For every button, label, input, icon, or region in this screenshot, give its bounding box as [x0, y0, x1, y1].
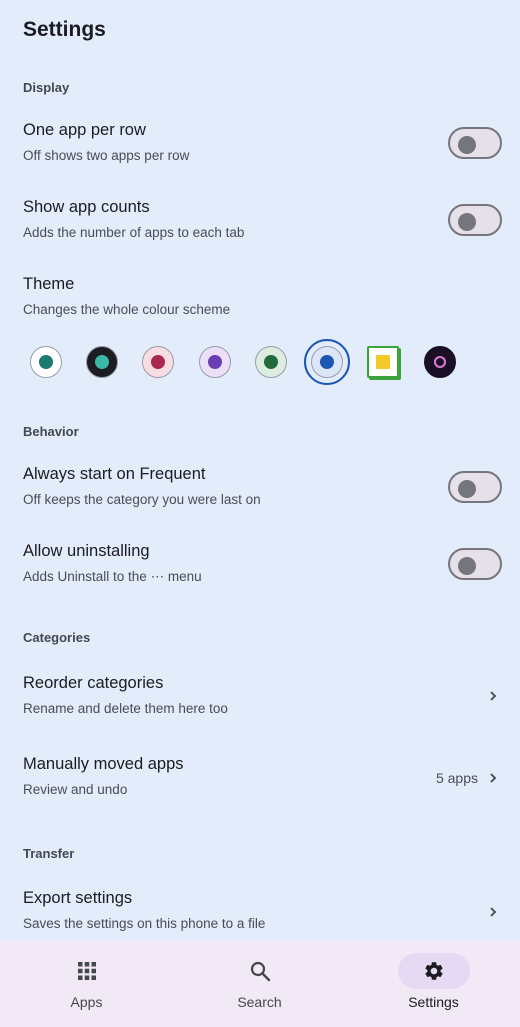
nav-label-settings: Settings [408, 994, 459, 1010]
setting-manually-moved-apps[interactable]: Manually moved apps Review and undo 5 ap… [0, 755, 520, 831]
setting-subtitle: Adds Uninstall to the ⋯ menu [23, 569, 202, 584]
selected-ring [304, 339, 350, 385]
setting-title: One app per row [23, 121, 146, 139]
gear-icon [424, 962, 443, 980]
section-title-transfer: Transfer [23, 846, 75, 861]
setting-subtitle: Rename and delete them here too [23, 701, 228, 716]
setting-always-start-frequent[interactable]: Always start on Frequent Off keeps the c… [0, 465, 520, 541]
bottom-navigation: Apps Search Settings [0, 940, 520, 1027]
chevron-right-icon [490, 907, 497, 917]
toggle-knob [458, 213, 476, 231]
theme-swatch-purple[interactable] [199, 346, 231, 378]
nav-label-search: Search [237, 994, 282, 1010]
setting-export-settings[interactable]: Export settings Saves the settings on th… [0, 889, 520, 937]
theme-swatch-green[interactable] [255, 346, 287, 378]
nav-item-apps[interactable]: Apps [0, 940, 173, 1027]
setting-reorder-categories[interactable]: Reorder categories Rename and delete the… [0, 674, 520, 750]
setting-subtitle: Review and undo [23, 782, 128, 797]
always-start-frequent-toggle[interactable] [448, 471, 502, 503]
theme-swatch-retro[interactable] [367, 346, 399, 378]
section-title-display: Display [23, 80, 70, 95]
setting-title: Manually moved apps [23, 755, 184, 773]
setting-one-app-per-row[interactable]: One app per row Off shows two apps per r… [0, 121, 520, 197]
setting-subtitle: Saves the settings on this phone to a fi… [23, 916, 266, 931]
nav-item-search[interactable]: Search [173, 940, 346, 1027]
setting-title: Always start on Frequent [23, 465, 206, 483]
nav-label-apps: Apps [70, 994, 103, 1010]
setting-title: Export settings [23, 889, 133, 907]
toggle-knob [458, 480, 476, 498]
one-app-per-row-toggle[interactable] [448, 127, 502, 159]
manually-moved-apps-count: 5 apps [435, 770, 478, 786]
setting-subtitle: Changes the whole colour scheme [23, 302, 231, 317]
swatch-dot [434, 356, 446, 368]
chevron-right-icon [490, 691, 497, 701]
setting-title: Allow uninstalling [23, 542, 150, 560]
theme-swatch-teal-light[interactable] [30, 346, 62, 378]
swatch-dot [39, 355, 53, 369]
chevron-right-icon [490, 773, 497, 783]
toggle-knob [458, 557, 476, 575]
setting-title: Theme [23, 275, 75, 293]
setting-subtitle: Off keeps the category you were last on [23, 492, 261, 507]
theme-swatch-teal-dark[interactable] [86, 346, 118, 378]
swatch-dot [208, 355, 222, 369]
nav-icon-container [224, 953, 296, 989]
theme-swatch-space[interactable] [424, 346, 456, 378]
toggle-knob [458, 136, 476, 154]
setting-subtitle: Off shows two apps per row [23, 148, 190, 163]
theme-swatch-rose[interactable] [142, 346, 174, 378]
setting-title: Reorder categories [23, 674, 164, 692]
swatch-dot [95, 355, 109, 369]
swatch-dot [264, 355, 278, 369]
section-title-behavior: Behavior [23, 424, 79, 439]
setting-allow-uninstalling[interactable]: Allow uninstalling Adds Uninstall to the… [0, 542, 520, 618]
nav-item-settings[interactable]: Settings [347, 940, 520, 1027]
page-title: Settings [23, 18, 106, 41]
section-title-categories: Categories [23, 630, 91, 645]
setting-theme: Theme Changes the whole colour scheme [0, 275, 520, 351]
nav-icon-container [51, 953, 123, 989]
setting-title: Show app counts [23, 198, 150, 216]
setting-subtitle: Adds the number of apps to each tab [23, 225, 245, 240]
search-icon [250, 961, 270, 982]
swatch-dot [151, 355, 165, 369]
nav-active-pill [397, 953, 470, 989]
setting-show-app-counts[interactable]: Show app counts Adds the number of apps … [0, 198, 520, 274]
show-app-counts-toggle[interactable] [448, 204, 502, 236]
grid-icon [77, 962, 96, 980]
allow-uninstalling-toggle[interactable] [448, 548, 502, 580]
swatch-dot [376, 355, 390, 369]
